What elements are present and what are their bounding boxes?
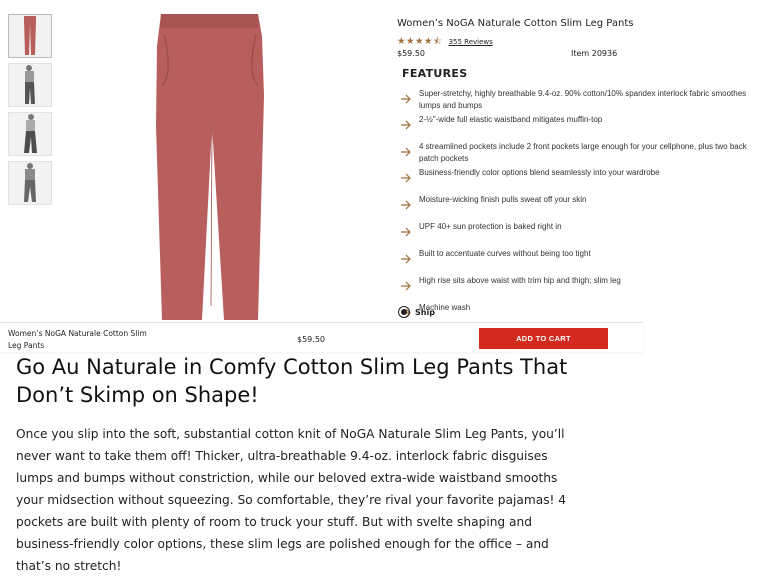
feature-item: Machine wash: [400, 302, 765, 322]
arrow-right-icon: [400, 276, 412, 295]
arrow-right-icon: [400, 222, 412, 241]
description-heading: Go Au Naturale in Comfy Cotton Slim Leg …: [16, 355, 568, 407]
feature-item: 2-½"-wide full elastic waistband mitigat…: [400, 114, 765, 134]
ship-option[interactable]: Ship: [398, 306, 435, 318]
radio-selected-icon[interactable]: [398, 306, 410, 318]
add-to-cart-button[interactable]: ADD TO CART: [479, 328, 608, 349]
feature-text: High rise sits above waist with trim hip…: [419, 276, 621, 285]
feature-item: Built to accentuate curves without being…: [400, 248, 765, 268]
feature-item: UPF 40+ sun protection is baked right in: [400, 221, 765, 241]
feature-item: 4 streamlined pockets include 2 front po…: [400, 141, 765, 165]
thumbnail-model-2[interactable]: [8, 112, 52, 156]
features-list: Super-stretchy, highly breathable 9.4-oz…: [400, 88, 765, 356]
thumbnail-model-1[interactable]: [8, 63, 52, 107]
product-image: [140, 6, 300, 324]
thumbnail-strip: [8, 14, 52, 210]
feature-text: UPF 40+ sun protection is baked right in: [419, 222, 562, 231]
thumbnail-front[interactable]: [8, 14, 52, 58]
star-rating-icon: ★★★★⯪: [397, 36, 443, 47]
description-body: Once you slip into the soft, substantial…: [16, 427, 567, 573]
arrow-right-icon: [400, 168, 412, 187]
feature-item: Moisture-wicking finish pulls sweat off …: [400, 194, 765, 214]
feature-text: Moisture-wicking finish pulls sweat off …: [419, 195, 587, 204]
arrow-right-icon: [400, 249, 412, 268]
feature-text: Built to accentuate curves without being…: [419, 249, 591, 258]
arrow-right-icon: [400, 115, 412, 134]
feature-text: 2-½"-wide full elastic waistband mitigat…: [419, 115, 603, 124]
arrow-right-icon: [400, 142, 412, 161]
feature-text: Super-stretchy, highly breathable 9.4-oz…: [419, 89, 747, 110]
reviews-link[interactable]: 355 Reviews: [449, 38, 493, 46]
product-price: $59.50: [397, 49, 425, 58]
arrow-right-icon: [400, 89, 412, 108]
feature-item: Business-friendly color options blend se…: [400, 167, 765, 187]
feature-item: High rise sits above waist with trim hip…: [400, 275, 765, 295]
sticky-product-name: Women’s NoGA Naturale Cotton Slim Leg Pa…: [8, 329, 147, 350]
sticky-price: $59.50: [297, 335, 325, 344]
thumbnail-model-3[interactable]: [8, 161, 52, 205]
feature-text: 4 streamlined pockets include 2 front po…: [419, 142, 747, 163]
sticky-cart-bar: Women’s NoGA Naturale Cotton Slim Leg Pa…: [0, 322, 643, 352]
arrow-right-icon: [400, 195, 412, 214]
rating: ★★★★⯪ 355 Reviews: [397, 34, 493, 50]
item-number: Item 20936: [571, 49, 618, 58]
feature-text: Business-friendly color options blend se…: [419, 168, 660, 177]
ship-label: Ship: [415, 307, 435, 317]
features-heading: FEATURES: [402, 67, 468, 80]
product-title: Women’s NoGA Naturale Cotton Slim Leg Pa…: [397, 18, 634, 29]
feature-item: Super-stretchy, highly breathable 9.4-oz…: [400, 88, 765, 112]
